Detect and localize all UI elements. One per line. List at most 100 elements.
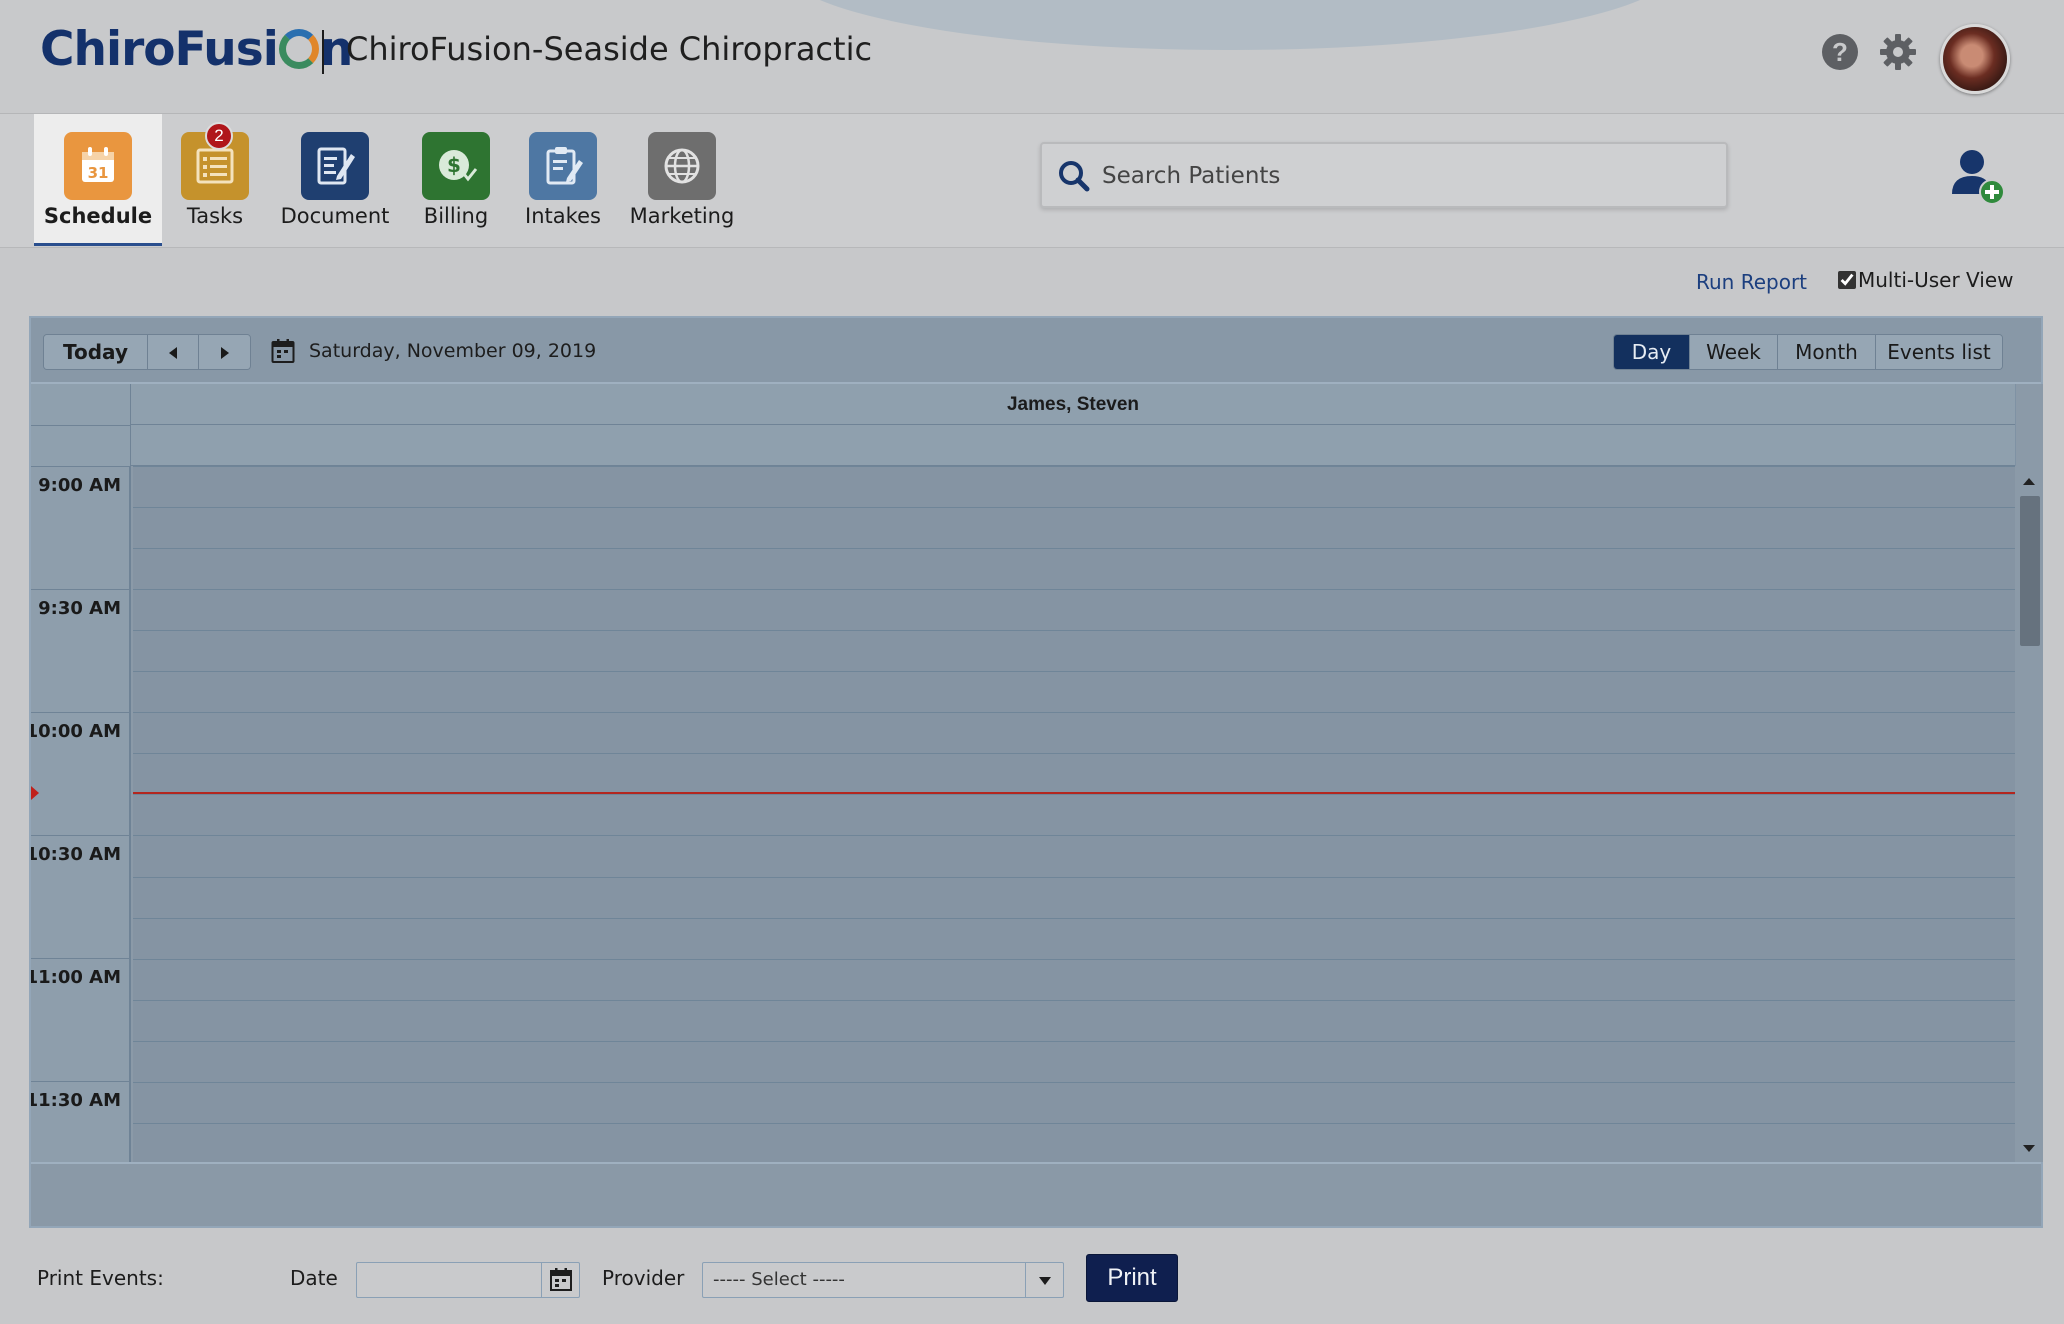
view-month-button[interactable]: Month — [1778, 335, 1876, 369]
time-slot-row[interactable] — [133, 507, 2015, 548]
nav-label-intakes: Intakes — [525, 204, 601, 228]
time-label: 9:00 AM — [38, 475, 121, 496]
time-slot-row[interactable] — [133, 589, 2015, 630]
time-label: 10:30 AM — [31, 844, 121, 865]
header-corner — [31, 384, 131, 466]
time-slot-row[interactable] — [133, 794, 2015, 835]
scroll-up-arrow-icon[interactable] — [2023, 478, 2035, 485]
view-switcher: Day Week Month Events list — [1613, 334, 2003, 370]
search-icon[interactable] — [1056, 158, 1092, 194]
help-icon[interactable]: ? — [1822, 34, 1858, 70]
patient-search — [1040, 142, 1728, 208]
time-slot-row[interactable] — [133, 999, 2015, 1041]
header-wave-decoration — [780, 0, 1680, 50]
search-patients-input[interactable] — [1102, 156, 1712, 196]
provider-label: Provider — [602, 1266, 685, 1290]
tasks-count-badge: 2 — [205, 122, 233, 150]
time-slot-label-cell: 9:00 AM — [31, 466, 131, 588]
gear-icon[interactable] — [1878, 32, 1918, 72]
provider-select-value: ----- Select ----- — [713, 1269, 845, 1290]
scrollbar-thumb[interactable] — [2020, 496, 2040, 646]
calendar-icon: 31 — [64, 132, 132, 200]
logo-divider — [322, 30, 324, 74]
print-button[interactable]: Print — [1086, 1254, 1178, 1302]
nav-schedule[interactable]: 31 Schedule — [34, 114, 162, 246]
time-slot-row[interactable] — [133, 1040, 2015, 1082]
date-picker-button[interactable] — [541, 1263, 579, 1297]
current-time-line — [133, 792, 2015, 794]
practice-name: ChiroFusion-Seaside Chiropractic — [346, 30, 873, 68]
svg-text:$: $ — [447, 153, 461, 177]
calendar-icon — [550, 1268, 572, 1291]
time-slot-row[interactable] — [133, 466, 2015, 507]
time-grid: 9:00 AM 9:30 AM 10:00 AM 10:30 AM 11:00 AM 11… — [31, 466, 2015, 1162]
view-day-button[interactable]: Day — [1614, 335, 1690, 369]
multi-user-view-checkbox[interactable] — [1838, 271, 1856, 289]
scheduler-footer — [31, 1162, 2041, 1226]
time-slot-row[interactable] — [133, 1122, 2015, 1162]
scroll-down-arrow-icon[interactable] — [2023, 1145, 2035, 1152]
time-label: 9:30 AM — [38, 598, 121, 619]
current-time-marker — [31, 786, 39, 800]
dollar-icon: $ — [422, 132, 490, 200]
time-slot-row[interactable] — [133, 712, 2015, 753]
today-button[interactable]: Today — [44, 335, 148, 369]
multi-user-view-toggle[interactable]: Multi-User View — [1838, 268, 2014, 292]
print-events-label: Print Events: — [37, 1266, 164, 1290]
print-events-row: Print Events: Date Provider ----- Select… — [0, 1250, 2064, 1310]
time-slot-row[interactable] — [133, 958, 2015, 1000]
nav-intakes[interactable]: Intakes — [499, 114, 627, 246]
chevron-down-icon[interactable] — [1025, 1263, 1063, 1297]
time-label: 11:30 AM — [31, 1090, 121, 1111]
chevron-right-icon — [220, 347, 229, 359]
multi-user-view-label: Multi-User View — [1858, 268, 2014, 292]
time-slot-row[interactable] — [133, 876, 2015, 918]
time-slots-area[interactable] — [133, 466, 2015, 1162]
time-label: 10:00 AM — [31, 721, 121, 742]
prev-day-button[interactable] — [148, 335, 199, 369]
time-slot-row[interactable] — [133, 1081, 2015, 1123]
nav-label-document: Document — [280, 204, 390, 228]
clipboard-icon — [529, 132, 597, 200]
globe-icon — [648, 132, 716, 200]
time-slot-label-cell: 10:00 AM — [31, 712, 131, 834]
view-week-button[interactable]: Week — [1690, 335, 1778, 369]
time-column: 9:00 AM 9:30 AM 10:00 AM 10:30 AM 11:00 AM 11… — [31, 466, 131, 1162]
time-slot-label-cell: 10:30 AM — [31, 835, 131, 957]
resource-name: James, Steven — [131, 384, 2015, 425]
all-day-row[interactable] — [131, 425, 2015, 466]
document-edit-icon — [301, 132, 369, 200]
add-patient-icon[interactable] — [1944, 144, 2010, 210]
logo-o-mark — [278, 29, 319, 69]
nav-label-marketing: Marketing — [629, 204, 735, 228]
top-header: ChiroFusi n ChiroFusion-Seaside Chiroprac… — [0, 0, 2064, 114]
chevron-left-icon — [169, 347, 177, 359]
user-avatar[interactable] — [1940, 24, 2010, 94]
nav-label-tasks: Tasks — [186, 204, 244, 228]
nav-label-schedule: Schedule — [43, 204, 153, 228]
next-day-button[interactable] — [199, 335, 250, 369]
vertical-scrollbar[interactable] — [2015, 466, 2043, 1162]
time-slot-row[interactable] — [133, 835, 2015, 876]
provider-select[interactable]: ----- Select ----- — [702, 1262, 1064, 1298]
nav-document[interactable]: Document — [271, 114, 399, 246]
print-date-input[interactable] — [356, 1262, 580, 1298]
time-slot-row[interactable] — [133, 548, 2015, 589]
resource-header: James, Steven — [31, 384, 2015, 466]
date-nav-group: Today — [43, 334, 251, 370]
nav-tasks[interactable]: 2 Tasks — [151, 114, 279, 246]
time-slot-label-cell: 11:30 AM — [31, 1081, 131, 1162]
time-slot-label-cell: 11:00 AM — [31, 958, 131, 1080]
chirofusion-logo: ChiroFusi n — [40, 22, 353, 77]
nav-marketing[interactable]: Marketing — [618, 114, 746, 246]
time-slot-row[interactable] — [133, 917, 2015, 959]
calendar-icon[interactable] — [271, 338, 295, 364]
time-slot-row[interactable] — [133, 671, 2015, 712]
time-slot-row[interactable] — [133, 630, 2015, 671]
view-events-list-button[interactable]: Events list — [1876, 335, 2002, 369]
current-date-label: Saturday, November 09, 2019 — [309, 340, 597, 362]
scheduler: Today Saturday, November 09, 2019 Day We… — [29, 316, 2043, 1228]
run-report-link[interactable]: Run Report — [1696, 270, 1807, 294]
time-slot-row[interactable] — [133, 753, 2015, 794]
time-slot-label-cell: 9:30 AM — [31, 589, 131, 711]
